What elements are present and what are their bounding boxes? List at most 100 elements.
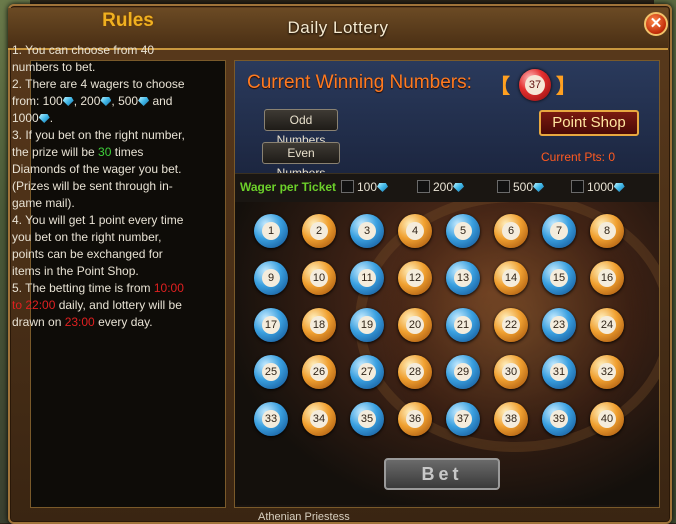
ball-number: 14 bbox=[502, 269, 520, 287]
number-ball-2[interactable]: 2 bbox=[302, 214, 336, 248]
diamond-icon bbox=[453, 183, 465, 192]
wager-label: Wager per Ticket bbox=[240, 180, 337, 194]
number-ball-10[interactable]: 10 bbox=[302, 261, 336, 295]
number-ball-27[interactable]: 27 bbox=[350, 355, 384, 389]
point-shop-button[interactable]: Point Shop bbox=[539, 110, 639, 136]
diamond-icon bbox=[62, 97, 74, 106]
ball-number: 19 bbox=[358, 316, 376, 334]
number-ball-34[interactable]: 34 bbox=[302, 402, 336, 436]
ball-number: 27 bbox=[358, 363, 376, 381]
ball-number: 29 bbox=[454, 363, 472, 381]
number-ball-12[interactable]: 12 bbox=[398, 261, 432, 295]
number-ball-25[interactable]: 25 bbox=[254, 355, 288, 389]
number-ball-1[interactable]: 1 bbox=[254, 214, 288, 248]
number-ball-13[interactable]: 13 bbox=[446, 261, 480, 295]
ball-number: 28 bbox=[406, 363, 424, 381]
bet-button[interactable]: Bet bbox=[384, 458, 500, 490]
rule-4: 4. You will get 1 point every time you b… bbox=[12, 213, 184, 278]
ball-number: 4 bbox=[406, 222, 424, 240]
diamond-icon bbox=[100, 97, 112, 106]
number-ball-15[interactable]: 15 bbox=[542, 261, 576, 295]
rule-2: 2. There are 4 wagers to choose from: 10… bbox=[12, 77, 185, 125]
number-ball-24[interactable]: 24 bbox=[590, 308, 624, 342]
number-ball-22[interactable]: 22 bbox=[494, 308, 528, 342]
number-ball-23[interactable]: 23 bbox=[542, 308, 576, 342]
ball-number: 6 bbox=[502, 222, 520, 240]
wager-option-200[interactable]: 200 bbox=[417, 180, 465, 194]
wager-checkbox[interactable] bbox=[341, 180, 354, 193]
ball-number: 18 bbox=[310, 316, 328, 334]
ball-number: 40 bbox=[598, 410, 616, 428]
wager-checkbox[interactable] bbox=[571, 180, 584, 193]
number-ball-35[interactable]: 35 bbox=[350, 402, 384, 436]
number-ball-39[interactable]: 39 bbox=[542, 402, 576, 436]
number-ball-19[interactable]: 19 bbox=[350, 308, 384, 342]
ball-number: 31 bbox=[550, 363, 568, 381]
wager-option-500[interactable]: 500 bbox=[497, 180, 545, 194]
number-ball-3[interactable]: 3 bbox=[350, 214, 384, 248]
number-ball-36[interactable]: 36 bbox=[398, 402, 432, 436]
ball-number: 33 bbox=[262, 410, 280, 428]
number-ball-37[interactable]: 37 bbox=[446, 402, 480, 436]
ball-number: 17 bbox=[262, 316, 280, 334]
ball-number: 1 bbox=[262, 222, 280, 240]
ball-number: 13 bbox=[454, 269, 472, 287]
ball-number: 37 bbox=[454, 410, 472, 428]
number-ball-33[interactable]: 33 bbox=[254, 402, 288, 436]
ball-number: 39 bbox=[550, 410, 568, 428]
ball-number: 16 bbox=[598, 269, 616, 287]
ball-number: 20 bbox=[406, 316, 424, 334]
ball-number: 8 bbox=[598, 222, 616, 240]
number-ball-31[interactable]: 31 bbox=[542, 355, 576, 389]
number-ball-32[interactable]: 32 bbox=[590, 355, 624, 389]
odd-numbers-button[interactable]: Odd Numbers bbox=[264, 109, 338, 147]
number-ball-40[interactable]: 40 bbox=[590, 402, 624, 436]
number-ball-8[interactable]: 8 bbox=[590, 214, 624, 248]
even-numbers-button[interactable]: Even Numbers bbox=[262, 142, 340, 180]
number-ball-4[interactable]: 4 bbox=[398, 214, 432, 248]
ball-number: 9 bbox=[262, 269, 280, 287]
ball-number: 10 bbox=[310, 269, 328, 287]
ball-number: 34 bbox=[310, 410, 328, 428]
wager-checkbox[interactable] bbox=[497, 180, 510, 193]
character-name: Athenian Priestess bbox=[258, 511, 350, 523]
number-ball-21[interactable]: 21 bbox=[446, 308, 480, 342]
number-ball-18[interactable]: 18 bbox=[302, 308, 336, 342]
ball-number: 23 bbox=[550, 316, 568, 334]
number-ball-38[interactable]: 38 bbox=[494, 402, 528, 436]
ball-number: 3 bbox=[358, 222, 376, 240]
number-ball-26[interactable]: 26 bbox=[302, 355, 336, 389]
ball-number: 24 bbox=[598, 316, 616, 334]
number-ball-11[interactable]: 11 bbox=[350, 261, 384, 295]
number-ball-5[interactable]: 5 bbox=[446, 214, 480, 248]
number-ball-17[interactable]: 17 bbox=[254, 308, 288, 342]
winning-numbers-label: Current Winning Numbers: bbox=[247, 72, 472, 93]
number-ball-16[interactable]: 16 bbox=[590, 261, 624, 295]
number-ball-30[interactable]: 30 bbox=[494, 355, 528, 389]
winning-number-ball: 37 bbox=[519, 69, 551, 101]
ball-number: 35 bbox=[358, 410, 376, 428]
ball-number: 7 bbox=[550, 222, 568, 240]
ball-number: 2 bbox=[310, 222, 328, 240]
wager-checkbox[interactable] bbox=[417, 180, 430, 193]
ball-number: 30 bbox=[502, 363, 520, 381]
number-ball-14[interactable]: 14 bbox=[494, 261, 528, 295]
number-ball-28[interactable]: 28 bbox=[398, 355, 432, 389]
winning-number: 37 bbox=[525, 75, 545, 95]
ball-number: 12 bbox=[406, 269, 424, 287]
ball-number: 11 bbox=[358, 269, 376, 287]
number-ball-20[interactable]: 20 bbox=[398, 308, 432, 342]
diamond-icon bbox=[138, 97, 150, 106]
rules-text: 1. You can choose from 40 numbers to bet… bbox=[12, 42, 192, 331]
diamond-icon bbox=[38, 114, 50, 123]
wager-option-100[interactable]: 100 bbox=[341, 180, 389, 194]
rules-title: Rules bbox=[102, 10, 154, 31]
number-ball-9[interactable]: 9 bbox=[254, 261, 288, 295]
number-ball-7[interactable]: 7 bbox=[542, 214, 576, 248]
ball-number: 26 bbox=[310, 363, 328, 381]
close-icon[interactable]: ✕ bbox=[644, 12, 668, 36]
wager-option-1000[interactable]: 1000 bbox=[571, 180, 625, 194]
number-ball-6[interactable]: 6 bbox=[494, 214, 528, 248]
number-ball-29[interactable]: 29 bbox=[446, 355, 480, 389]
ball-number: 38 bbox=[502, 410, 520, 428]
